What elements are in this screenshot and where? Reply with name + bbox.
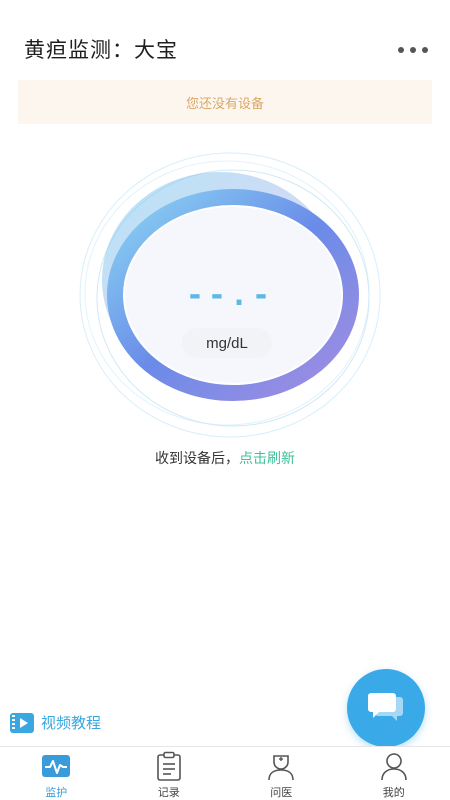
more-dots-icon[interactable] [398, 40, 428, 60]
chat-bubbles-icon [368, 693, 403, 721]
app-header: 黄疸监测：大宝 [0, 0, 450, 80]
pulse-icon [42, 755, 71, 777]
tab-monitor[interactable]: 监护 [0, 747, 113, 800]
user-icon [380, 753, 407, 781]
refresh-hint: 收到设备后，点击刷新 [0, 448, 450, 468]
chat-button[interactable] [347, 669, 425, 747]
bilirubin-gauge: --.- mg/dL [75, 150, 385, 450]
film-icon [10, 712, 34, 733]
refresh-prefix: 收到设备后， [155, 451, 239, 467]
video-tutorial-label: 视频教程 [41, 714, 102, 732]
notice-text: 您还没有设备 [185, 96, 264, 112]
bottom-tab-bar: 监护 记录 问医 我的 [0, 746, 450, 800]
tab-label: 监护 [45, 786, 68, 799]
tab-label: 我的 [382, 786, 405, 799]
clipboard-icon [156, 751, 181, 781]
doctor-icon [268, 755, 295, 781]
unit-label: mg/dL [206, 334, 248, 352]
video-tutorial-link[interactable]: 视频教程 [10, 712, 101, 733]
tab-mine[interactable]: 我的 [338, 747, 450, 800]
reading-value: --.- [185, 278, 275, 313]
tab-ask-doctor[interactable]: 问医 [225, 747, 338, 800]
refresh-link[interactable]: 点击刷新 [239, 451, 295, 467]
tab-label: 问医 [270, 786, 293, 799]
tab-label: 记录 [157, 786, 180, 799]
no-device-notice: 您还没有设备 [18, 80, 432, 124]
tab-records[interactable]: 记录 [113, 747, 226, 800]
page-title: 黄疸监测：大宝 [24, 38, 178, 62]
unit-pill: mg/dL [182, 328, 272, 358]
